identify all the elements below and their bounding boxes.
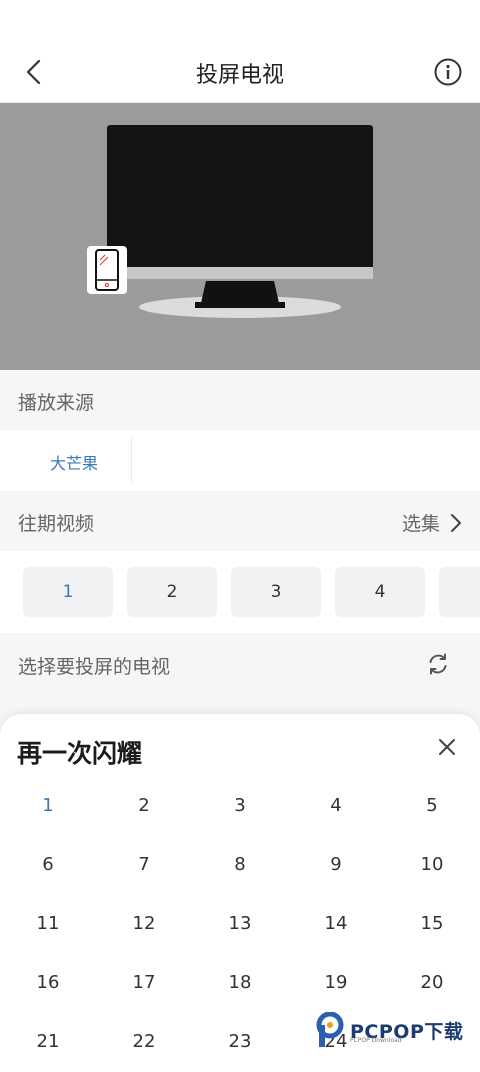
sheet-episode-14[interactable]: 14 [288, 894, 384, 953]
episode-button-4[interactable]: 4 [335, 567, 425, 617]
episode-button-3[interactable]: 3 [231, 567, 321, 617]
refresh-button[interactable] [426, 652, 450, 676]
sheet-episode-1[interactable]: 1 [0, 776, 96, 835]
sheet-episode-18[interactable]: 18 [192, 953, 288, 1012]
sheet-episode-10[interactable]: 10 [384, 835, 480, 894]
close-button[interactable] [436, 736, 458, 758]
sheet-episode-11[interactable]: 11 [0, 894, 96, 953]
episode-button-partial[interactable] [439, 567, 480, 617]
choose-tv-label: 选择要投屏的电视 [18, 656, 171, 678]
watermark: PCPOP下载 PCPOP Download [316, 1010, 466, 1050]
chevron-right-icon [451, 513, 461, 532]
sheet-episode-8[interactable]: 8 [192, 835, 288, 894]
sheet-episode-5[interactable]: 5 [384, 776, 480, 835]
page-title: 投屏电视 [195, 63, 284, 88]
sheet-episode-13[interactable]: 13 [192, 894, 288, 953]
episode-button-1[interactable]: 1 [23, 567, 113, 617]
sheet-episode-7[interactable]: 7 [96, 835, 192, 894]
select-episodes-label: 选集 [401, 513, 440, 535]
divider [131, 438, 132, 483]
sheet-episode-12[interactable]: 12 [96, 894, 192, 953]
past-videos-header: 往期视频 选集 [0, 491, 480, 551]
source-section-header: 播放来源 [0, 370, 480, 430]
source-section-label: 播放来源 [18, 392, 95, 414]
sheet-episode-23[interactable]: 23 [192, 1012, 288, 1071]
sheet-episode-15[interactable]: 15 [384, 894, 480, 953]
sheet-episode-2[interactable]: 2 [96, 776, 192, 835]
info-icon [434, 58, 462, 86]
sheet-episode-9[interactable]: 9 [288, 835, 384, 894]
sheet-episode-4[interactable]: 4 [288, 776, 384, 835]
source-list: 大芒果 [0, 430, 480, 491]
watermark-sub: PCPOP Download [350, 1037, 402, 1044]
select-episodes-button[interactable]: 选集 [402, 509, 464, 536]
sheet-episode-16[interactable]: 16 [0, 953, 96, 1012]
cast-illustration [0, 103, 480, 370]
sheet-episode-20[interactable]: 20 [384, 953, 480, 1012]
sheet-episode-6[interactable]: 6 [0, 835, 96, 894]
sheet-episode-21[interactable]: 21 [0, 1012, 96, 1071]
tv-illustration [107, 125, 373, 318]
info-button[interactable] [434, 58, 462, 86]
top-bar: 投屏电视 [0, 0, 480, 103]
sheet-title: 再一次闪耀 [17, 739, 143, 768]
sheet-episode-3[interactable]: 3 [192, 776, 288, 835]
sheet-episode-19[interactable]: 19 [288, 953, 384, 1012]
episode-list: 1 2 3 4 [0, 551, 480, 633]
refresh-icon [429, 653, 447, 675]
source-item-damangguo[interactable]: 大芒果 [50, 450, 98, 474]
pcpop-logo-icon [316, 1012, 344, 1047]
sheet-episode-17[interactable]: 17 [96, 953, 192, 1012]
sheet-episode-22[interactable]: 22 [96, 1012, 192, 1071]
close-icon [439, 739, 455, 755]
episode-button-2[interactable]: 2 [127, 567, 217, 617]
choose-tv-header: 选择要投屏的电视 [0, 634, 480, 694]
past-videos-label: 往期视频 [18, 513, 95, 535]
phone-icon [87, 246, 127, 294]
